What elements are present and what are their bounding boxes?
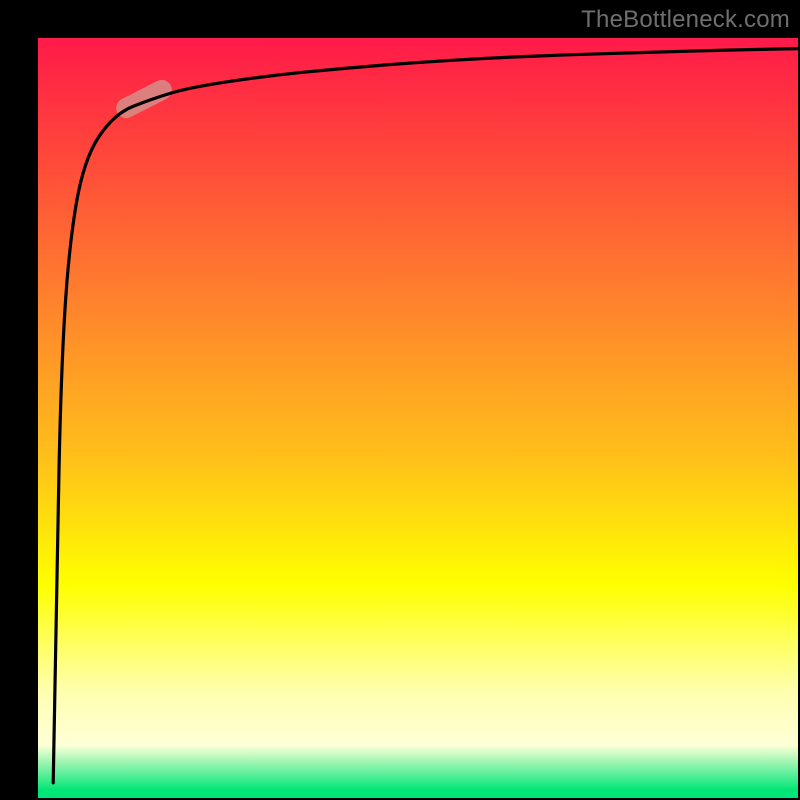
attribution-text: TheBottleneck.com bbox=[581, 6, 790, 34]
performance-curve bbox=[53, 49, 798, 783]
curve-svg bbox=[38, 38, 798, 798]
plot-frame bbox=[38, 38, 798, 798]
